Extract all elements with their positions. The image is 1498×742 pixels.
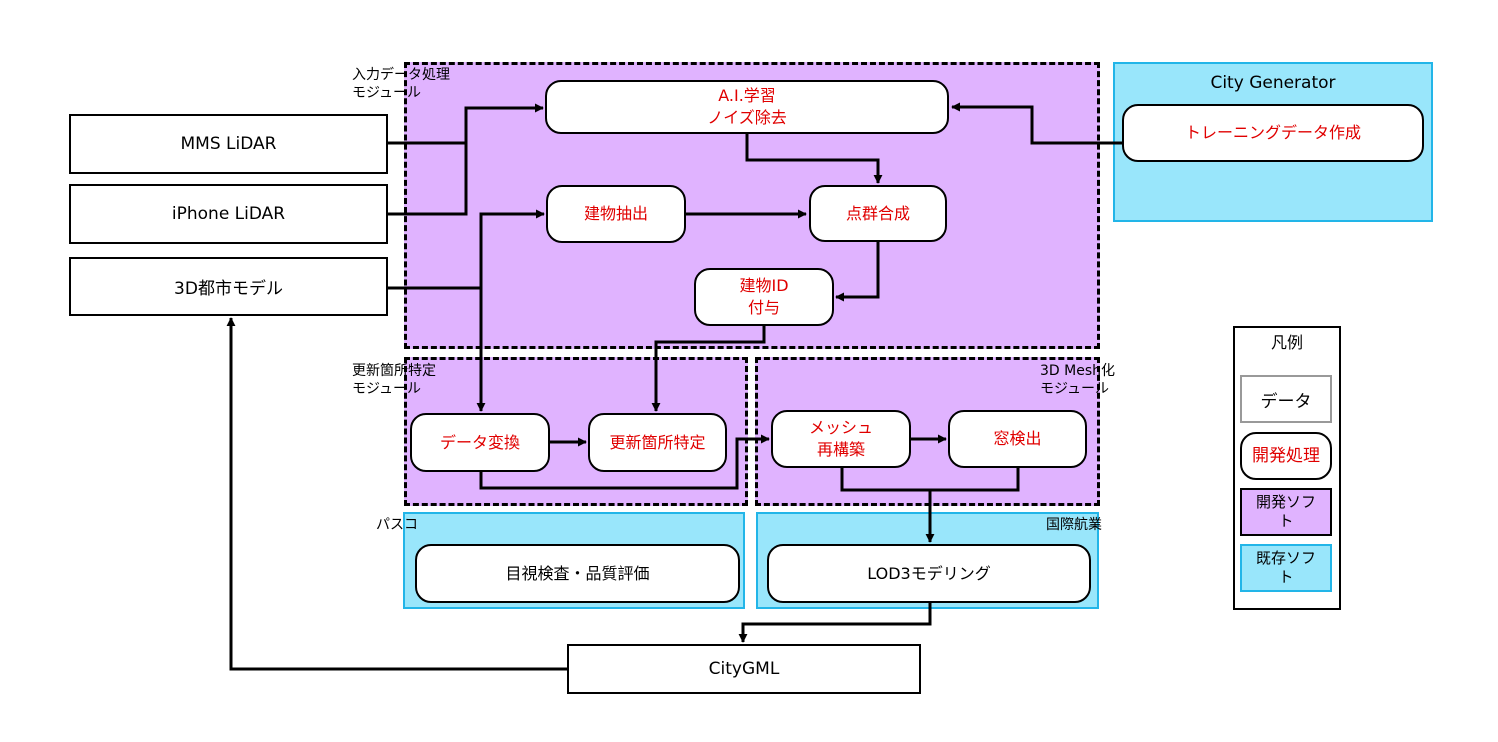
city-generator-label: City Generator [1210, 73, 1336, 93]
visual-check-node: 目視検査・品質評価 [415, 544, 740, 603]
update-detect-node: 更新箇所特定 [588, 413, 727, 472]
legend-existing-soft-sample: 既存ソフト [1240, 544, 1332, 592]
legend-data-sample: データ [1240, 375, 1332, 423]
legend-title: 凡例 [1270, 333, 1303, 352]
point-merge-node: 点群合成 [809, 185, 947, 242]
legend-dev-soft-label: 開発ソフト [1255, 493, 1316, 530]
ai-learning-node: A.I.学習 ノイズ除去 [545, 80, 949, 134]
legend-process-sample: 開発処理 [1240, 432, 1332, 480]
mesh-module-label: 3D Mesh化 モジュール [1040, 363, 1115, 397]
building-id-node: 建物ID 付与 [694, 268, 834, 326]
mms-lidar-node: MMS LiDAR [69, 114, 388, 174]
pasco-label: パスコ [376, 517, 418, 533]
legend-dev-soft-sample: 開発ソフト [1240, 488, 1332, 536]
citygml-node: CityGML [567, 644, 921, 694]
legend-existing-soft-label: 既存ソフト [1255, 549, 1316, 586]
update-module-label: 更新箇所特定 モジュール [352, 363, 436, 397]
city-3d-model-node: 3D都市モデル [69, 257, 388, 316]
lod3-modeling-node: LOD3モデリング [767, 544, 1091, 603]
window-detect-node: 窓検出 [948, 410, 1087, 468]
iphone-lidar-node: iPhone LiDAR [69, 184, 388, 244]
kokusai-label: 国際航業 [1046, 517, 1102, 533]
mesh-rebuild-node: メッシュ 再構築 [771, 410, 911, 468]
data-convert-node: データ変換 [410, 413, 550, 472]
building-extract-node: 建物抽出 [546, 185, 686, 243]
training-data-node: トレーニングデータ作成 [1122, 104, 1424, 162]
input-module-label: 入力データ処理 モジュール [352, 67, 450, 101]
